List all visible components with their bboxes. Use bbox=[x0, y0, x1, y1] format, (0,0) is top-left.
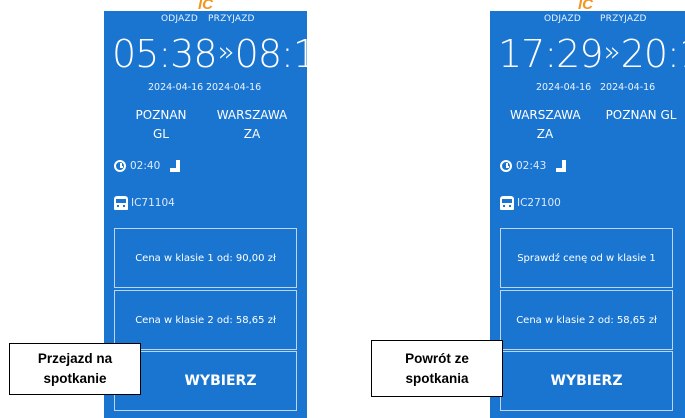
train-row: IC71104 bbox=[114, 196, 175, 210]
price-class1-button[interactable]: Sprawdź cenę od w klasie 1 bbox=[500, 228, 673, 288]
to-station: WARSZAWA ZA bbox=[216, 108, 288, 141]
train-number: IC71104 bbox=[131, 197, 175, 209]
to-station: POZNAN GL bbox=[605, 108, 677, 122]
duration-row: 02:43 bbox=[500, 160, 567, 172]
arrival-date: 2024-04-16 bbox=[600, 82, 656, 93]
from-station: POZNAN GL bbox=[135, 108, 187, 141]
train-icon bbox=[114, 196, 128, 210]
price-class2-button[interactable]: Cena w klasie 2 od: 58,65 zł bbox=[500, 290, 673, 350]
arrival-time: 08:18 bbox=[234, 32, 307, 76]
time-range: 05:38»08:18 bbox=[112, 34, 307, 78]
duration: 02:40 bbox=[130, 160, 161, 172]
departure-time: 17:29 bbox=[498, 32, 604, 76]
arrow-separator: » bbox=[603, 35, 621, 68]
train-number: IC27100 bbox=[517, 197, 561, 209]
arrival-time: 20:12 bbox=[620, 32, 685, 76]
time-range: 17:29»20:12 bbox=[498, 34, 685, 78]
direct-connection-icon bbox=[170, 160, 181, 172]
departure-header: ODJAZD bbox=[161, 14, 198, 24]
train-icon bbox=[500, 196, 514, 210]
select-button[interactable]: WYBIERZ bbox=[500, 351, 673, 411]
price-class2-button[interactable]: Cena w klasie 2 od: 58,65 zł bbox=[114, 290, 297, 350]
from-station: WARSZAWA ZA bbox=[510, 108, 581, 141]
return-caption: Powrót ze spotkania bbox=[371, 340, 503, 397]
clock-icon bbox=[114, 160, 126, 172]
duration: 02:43 bbox=[516, 160, 547, 172]
arrow-separator: » bbox=[217, 35, 235, 68]
clock-icon bbox=[500, 160, 512, 172]
train-row: IC27100 bbox=[500, 196, 561, 210]
ic-logo: IC bbox=[578, 0, 593, 13]
departure-time: 05:38 bbox=[112, 32, 218, 76]
arrival-header: PRZYJAZD bbox=[208, 14, 255, 24]
return-connection-card: IC ODJAZD PRZYJAZD 17:29»20:12 2024-04-1… bbox=[490, 0, 685, 418]
price-class1-button[interactable]: Cena w klasie 1 od: 90,00 zł bbox=[114, 228, 297, 288]
departure-date: 2024-04-16 bbox=[536, 82, 592, 93]
duration-row: 02:40 bbox=[114, 160, 181, 172]
arrival-date: 2024-04-16 bbox=[206, 82, 262, 93]
ic-logo: IC bbox=[198, 0, 213, 13]
direct-connection-icon bbox=[556, 160, 567, 172]
select-button[interactable]: WYBIERZ bbox=[114, 351, 297, 411]
departure-date: 2024-04-16 bbox=[148, 82, 204, 93]
outbound-caption: Przejazd na spotkanie bbox=[9, 343, 141, 395]
departure-header: ODJAZD bbox=[544, 14, 581, 24]
arrival-header: PRZYJAZD bbox=[600, 14, 647, 24]
